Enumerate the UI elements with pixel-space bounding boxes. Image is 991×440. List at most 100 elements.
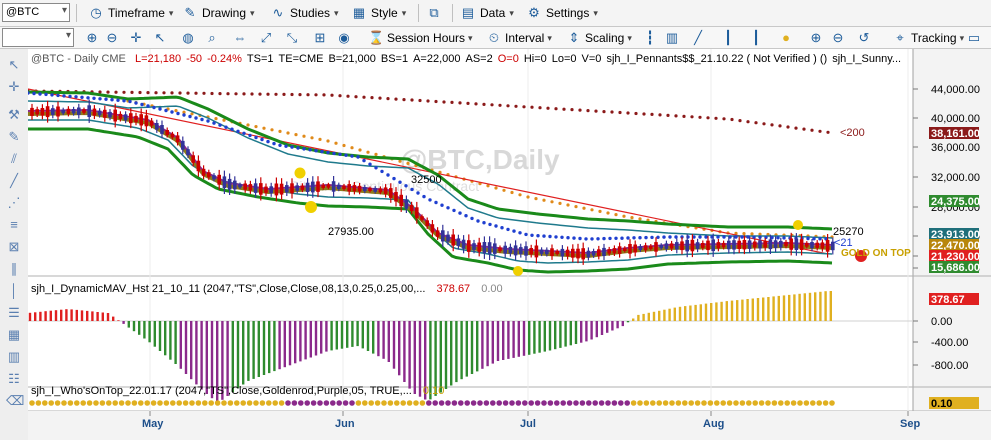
link-button[interactable]: ⧉ bbox=[426, 4, 442, 22]
settings-button[interactable]: ⚙ Settings ▾ bbox=[526, 4, 598, 22]
price-bar-body bbox=[201, 168, 206, 176]
style-button[interactable]: ▦ Style ▾ bbox=[351, 4, 406, 22]
whos-on-top-dot bbox=[662, 400, 669, 406]
zoom-out-button[interactable]: ⊖ bbox=[104, 29, 120, 47]
price-bar-body bbox=[503, 245, 507, 254]
chart-type-line-button[interactable]: ╱ bbox=[690, 29, 706, 47]
histogram-bar bbox=[80, 310, 84, 321]
histogram-bar bbox=[684, 306, 687, 321]
pencil-icon[interactable]: ✎ bbox=[6, 129, 22, 145]
window-button[interactable]: ▭ bbox=[966, 29, 982, 47]
text-icon[interactable]: ▥ bbox=[6, 349, 22, 365]
channel-icon[interactable]: ⫽ bbox=[6, 151, 22, 167]
gann-icon[interactable]: ⊠ bbox=[6, 239, 22, 255]
whos-on-top-dot bbox=[227, 400, 234, 406]
dot bbox=[146, 104, 150, 108]
data-button[interactable]: ▤ Data ▾ bbox=[460, 4, 514, 22]
zoom-in-button[interactable]: ⊕ bbox=[84, 29, 100, 47]
compress-button[interactable]: ⤡ bbox=[284, 29, 300, 47]
pointer-icon[interactable]: ↖ bbox=[6, 57, 22, 73]
bars-wide-button[interactable]: ┃ bbox=[748, 29, 764, 47]
grid-icon: ⊞ bbox=[314, 30, 326, 45]
tracking-button[interactable]: ⌖ Tracking ▾ bbox=[892, 29, 964, 47]
cycle-icon[interactable]: ∥ bbox=[6, 261, 22, 277]
cursor-button[interactable]: ↖ bbox=[152, 29, 168, 47]
price-bar-body bbox=[290, 183, 294, 194]
horizontal-lines-icon[interactable]: ☰ bbox=[6, 305, 22, 321]
dot bbox=[354, 95, 358, 99]
whos-on-top-dot bbox=[336, 400, 343, 406]
timezone-button[interactable]: ◍ bbox=[180, 29, 196, 47]
timeframe-button[interactable]: ◷ Timeframe ▾ bbox=[88, 4, 173, 22]
histogram-bar bbox=[517, 321, 520, 357]
trendline-icon[interactable]: ╱ bbox=[6, 173, 22, 189]
whos-on-top-dot bbox=[803, 400, 810, 406]
price-chart[interactable]: @BTC,Daily Bitcoin ... Continuous Contra… bbox=[28, 49, 991, 440]
histogram-bar bbox=[564, 321, 567, 347]
shapes-icon[interactable]: ▦ bbox=[6, 327, 22, 343]
chart-zoom-out-button[interactable]: ⊖ bbox=[830, 29, 846, 47]
chart-type-bar-button[interactable]: ┇ bbox=[642, 29, 658, 47]
dot bbox=[202, 91, 206, 95]
bar-spacing-button[interactable]: ⇔ bbox=[232, 29, 248, 47]
price-bar-body bbox=[134, 115, 138, 123]
camera-button[interactable]: ◉ bbox=[336, 29, 352, 47]
price-bar-body bbox=[529, 248, 533, 255]
expand-button[interactable]: ⤢ bbox=[258, 29, 274, 47]
dot bbox=[596, 237, 600, 241]
highlight-button[interactable]: ● bbox=[778, 29, 794, 47]
price-bar-body bbox=[264, 186, 268, 193]
histogram-bar bbox=[694, 304, 697, 321]
whos-on-top-dot bbox=[80, 400, 86, 406]
chart-zoom-in-button[interactable]: ⊕ bbox=[808, 29, 824, 47]
histogram-bar bbox=[606, 321, 609, 333]
histogram-bar bbox=[673, 307, 676, 321]
dot bbox=[298, 93, 302, 97]
price-bar-body bbox=[181, 140, 185, 150]
whos-on-top-dot bbox=[150, 400, 157, 406]
dot bbox=[578, 236, 582, 241]
whos-on-top-dot bbox=[48, 400, 54, 406]
dot bbox=[134, 101, 138, 105]
symbol-input[interactable]: @BTC ▾ bbox=[2, 3, 70, 22]
bars-compact-icon: ┃ bbox=[724, 30, 732, 45]
crosshair-button[interactable]: ✛ bbox=[128, 29, 144, 47]
histogram-bar bbox=[444, 321, 448, 389]
magnify-button[interactable]: ⌕ bbox=[204, 29, 220, 47]
fibonacci-icon[interactable]: ≡ bbox=[6, 217, 22, 233]
secondary-input[interactable]: ▾ bbox=[2, 28, 74, 47]
chevron-down-icon[interactable]: ▾ bbox=[62, 5, 67, 16]
fan-icon[interactable]: ⋰ bbox=[6, 195, 22, 211]
whos-on-top-dot bbox=[560, 400, 566, 406]
dot bbox=[194, 91, 198, 95]
dot bbox=[634, 111, 638, 116]
price-bar-body bbox=[269, 186, 273, 194]
histogram-bar bbox=[335, 321, 338, 350]
dot bbox=[494, 224, 498, 228]
bars-compact-button[interactable]: ┃ bbox=[720, 29, 736, 47]
interval-button[interactable]: ⏲ Interval ▾ bbox=[486, 29, 552, 47]
price-bar-body bbox=[40, 108, 45, 116]
histogram-bar bbox=[470, 321, 474, 374]
session-hours-button[interactable]: ⌛ Session Hours ▾ bbox=[368, 29, 473, 47]
dot bbox=[572, 236, 576, 240]
studies-button[interactable]: ∿ Studies ▾ bbox=[270, 4, 339, 22]
dot bbox=[614, 213, 618, 217]
eraser-icon[interactable]: ⌫ bbox=[6, 393, 24, 409]
histogram-tag-label: 378.67 bbox=[931, 294, 965, 306]
scaling-button[interactable]: ⇕ Scaling ▾ bbox=[566, 29, 632, 47]
levels-icon[interactable]: ☷ bbox=[6, 371, 22, 387]
drawing-button[interactable]: ✎ Drawing ▾ bbox=[182, 4, 255, 22]
chart-type-candle-button[interactable]: ▥ bbox=[664, 29, 680, 47]
vertical-line-icon[interactable]: │ bbox=[6, 283, 22, 299]
dot bbox=[786, 125, 790, 129]
crosshair-icon[interactable]: ✛ bbox=[6, 79, 22, 95]
header-symbol: @BTC - Daily CME bbox=[31, 53, 126, 65]
chevron-down-icon: ▾ bbox=[627, 32, 632, 43]
chevron-down-icon[interactable]: ▾ bbox=[66, 30, 71, 41]
price-bar-body bbox=[129, 113, 133, 124]
wrench-icon[interactable]: ⚒ bbox=[6, 107, 22, 123]
grid-button[interactable]: ⊞ bbox=[312, 29, 328, 47]
dot bbox=[530, 105, 534, 109]
undo-button[interactable]: ↺ bbox=[856, 29, 872, 47]
